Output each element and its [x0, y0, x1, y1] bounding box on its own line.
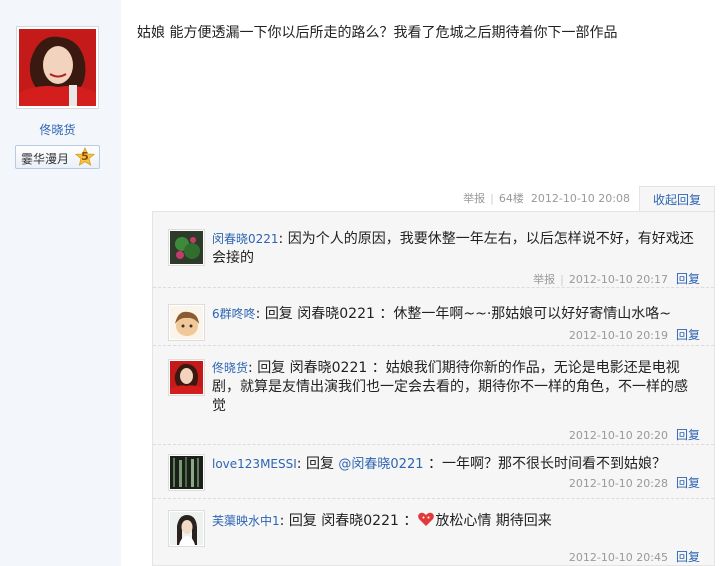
reply-meta: 2012-10-10 20:20 回复 — [569, 426, 700, 443]
reply-text: 闵春晓0221: 因为个人的原因，我要休整一年左右，以后怎样说不好，有好戏还会接… — [212, 231, 694, 266]
reply-prefix: 回复 — [305, 456, 339, 472]
reply-meta: 2012-10-10 20:45 回复 — [569, 548, 700, 565]
reply-item: 佟晓货: 回复 闵春晓0221 ：姑娘我们期待你新的作品，无论是电影还是电视剧，… — [153, 346, 714, 445]
reply-meta: 2012-10-10 20:28 回复 — [569, 474, 700, 491]
author-sidebar: 佟晓货 霎华漫月 5 — [0, 0, 121, 566]
collapse-replies-button[interactable]: 收起回复 — [639, 186, 715, 212]
reply-prefix: 回复 闵春晓0221 — [264, 306, 375, 322]
reply-text: 佟晓货: 回复 闵春晓0221 ：姑娘我们期待你新的作品，无论是电影还是电视剧，… — [212, 360, 688, 414]
reply-meta: 举报 | 2012-10-10 20:17 回复 — [533, 272, 700, 286]
reply-time: 2012-10-10 20:19 — [568, 329, 668, 342]
reply-body-part: ： — [403, 513, 418, 529]
post-meta: 举报 | 64楼 2012-10-10 20:08 — [463, 192, 630, 205]
reply-button[interactable]: 回复 — [676, 476, 700, 490]
mention-link[interactable]: @闵春晓0221 — [338, 457, 423, 472]
reply-meta: 2012-10-10 20:19 回复 — [569, 326, 700, 343]
reply-avatar[interactable] — [168, 304, 205, 341]
post-time: 2012-10-10 20:08 — [530, 192, 630, 205]
reply-item: 闵春晓0221: 因为个人的原因，我要休整一年左右，以后怎样说不好，有好戏还会接… — [153, 212, 714, 288]
post-report-link[interactable]: 举报 — [463, 192, 485, 205]
level-number: 5 — [81, 150, 89, 163]
reply-button[interactable]: 回复 — [676, 550, 700, 564]
heart-emoticon-icon — [418, 512, 435, 526]
author-name-link[interactable]: 佟晓货 — [0, 121, 115, 138]
level-star-icon: 5 — [75, 147, 95, 167]
reply-time: 2012-10-10 20:28 — [568, 477, 668, 490]
reply-avatar[interactable] — [168, 510, 205, 547]
author-photo — [19, 29, 96, 106]
reply-username[interactable]: 6群咚咚 — [212, 307, 256, 321]
reply-body: 放松心情 期待回来 — [435, 513, 552, 529]
reply-time: 2012-10-10 20:45 — [568, 551, 668, 564]
reply-avatar[interactable] — [168, 359, 205, 396]
reply-text: 芙蕖映水中1: 回复 闵春晓0221 ：放松心情 期待回来 — [212, 512, 552, 529]
reply-prefix: 回复 闵春晓0221 — [257, 360, 368, 376]
reply-body: 因为个人的原因，我要休整一年左右，以后怎样说不好，有好戏还会接的 — [212, 231, 694, 266]
reply-body: ：休整一年啊~~·那姑娘可以好好寄情山水咯~ — [379, 306, 671, 322]
reply-time: 2012-10-10 20:17 — [568, 273, 668, 286]
level-badge[interactable]: 霎华漫月 5 — [15, 145, 100, 169]
reply-prefix: 回复 闵春晓0221 — [288, 513, 399, 529]
author-avatar[interactable] — [16, 26, 99, 109]
reply-button[interactable]: 回复 — [676, 428, 700, 442]
reply-username[interactable]: 芙蕖映水中1 — [212, 514, 280, 528]
reply-text: 6群咚咚: 回复 闵春晓0221 ：休整一年啊~~·那姑娘可以好好寄情山水咯~ — [212, 306, 671, 322]
reply-item: love123MESSI: 回复 @闵春晓0221 ：一年啊？那不很长时间看不到… — [153, 445, 714, 499]
reply-item: 芙蕖映水中1: 回复 闵春晓0221 ：放松心情 期待回来 2012-10-10… — [153, 499, 714, 565]
reply-time: 2012-10-10 20:20 — [568, 429, 668, 442]
reply-item: 6群咚咚: 回复 闵春晓0221 ：休整一年啊~~·那姑娘可以好好寄情山水咯~ … — [153, 288, 714, 346]
reply-avatar[interactable] — [168, 229, 205, 266]
reply-button[interactable]: 回复 — [676, 272, 700, 286]
reply-button[interactable]: 回复 — [676, 328, 700, 342]
reply-username[interactable]: 闵春晓0221 — [212, 232, 279, 246]
level-name: 霎华漫月 — [21, 152, 70, 166]
reply-username[interactable]: love123MESSI — [212, 457, 297, 471]
post-content: 姑娘 能方便透漏一下你以后所走的路么？我看了危城之后期待着你下一部作品 — [137, 25, 618, 41]
reply-report-link[interactable]: 举报 — [533, 273, 555, 286]
post-floor: 64楼 — [498, 192, 524, 205]
reply-avatar[interactable] — [168, 454, 205, 491]
reply-username[interactable]: 佟晓货 — [212, 361, 248, 375]
reply-text: love123MESSI: 回复 @闵春晓0221 ：一年啊？那不很长时间看不到… — [212, 456, 666, 472]
reply-body: ：一年啊？那不很长时间看不到姑娘？ — [423, 456, 666, 472]
reply-list: 闵春晓0221: 因为个人的原因，我要休整一年左右，以后怎样说不好，有好戏还会接… — [152, 211, 715, 566]
